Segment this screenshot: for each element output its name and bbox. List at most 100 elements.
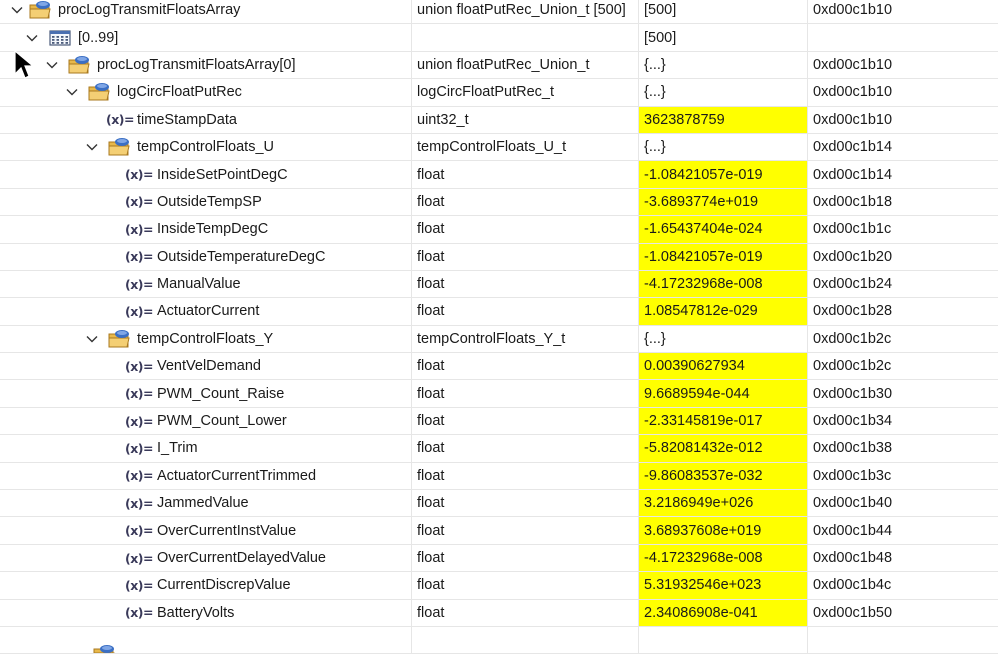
name-cell[interactable]: tempControlFloats_U xyxy=(0,133,412,161)
variable-name: [0..99] xyxy=(78,29,119,46)
value-cell[interactable]: {...} xyxy=(639,325,808,353)
table-row[interactable]: tempControlFloats_Y tempControlFloats_Y_t… xyxy=(0,325,998,354)
address-cell: 0xd00c1b1c xyxy=(813,221,892,238)
table-row[interactable]: (x)= PWM_Count_Raise float 9.6689594e-044 0x… xyxy=(0,380,998,408)
name-cell[interactable]: (x)= OverCurrentInstValue xyxy=(0,517,412,544)
table-row[interactable]: procLogTransmitFloatsArray[0] union float… xyxy=(0,51,998,80)
value-cell[interactable]: -1.08421057e-019 xyxy=(639,243,808,270)
variable-name: procLogTransmitFloatsArray[0] xyxy=(97,56,296,73)
address-cell: 0xd00c1b10 xyxy=(813,2,893,19)
type-cell: float xyxy=(412,517,639,544)
chevron-down-icon[interactable] xyxy=(45,58,59,72)
value-cell[interactable]: -5.82081432e-012 xyxy=(639,435,808,462)
value-cell[interactable]: {...} xyxy=(639,79,808,106)
address-cell: 0xd00c1b10 xyxy=(813,111,893,128)
name-cell[interactable]: (x)= ActuatorCurrentTrimmed xyxy=(0,462,412,490)
name-cell[interactable]: (x)= OutsideTempSP xyxy=(0,188,412,216)
name-cell[interactable]: (x)= I_Trim xyxy=(0,435,412,462)
name-cell[interactable]: logCircFloatPutRec xyxy=(0,79,412,106)
value-cell[interactable]: {...} xyxy=(639,51,808,79)
name-cell[interactable]: (x)= PWM_Count_Lower xyxy=(0,407,412,435)
variable-icon: (x)= xyxy=(125,468,153,484)
value-cell[interactable]: -3.6893774e+019 xyxy=(639,188,808,216)
name-cell[interactable]: (x)= InsideTempDegC xyxy=(0,216,412,243)
value-cell[interactable]: 3.2186949e+026 xyxy=(639,490,808,517)
value-cell[interactable]: -4.17232968e-008 xyxy=(639,270,808,298)
value-cell[interactable]: -9.86083537e-032 xyxy=(639,462,808,490)
value-cell[interactable]: -2.33145819e-017 xyxy=(639,407,808,435)
table-row[interactable]: (x)= InsideSetPointDegC float -1.08421057e-… xyxy=(0,161,998,189)
struct-folder-icon xyxy=(28,0,52,20)
type-cell xyxy=(412,24,639,51)
variable-name: VentVelDemand xyxy=(157,358,261,375)
value-cell[interactable]: 9.6689594e-044 xyxy=(639,380,808,407)
name-cell[interactable]: (x)= CurrentDiscrepValue xyxy=(0,572,412,599)
name-cell[interactable]: (x)= OverCurrentDelayedValue xyxy=(0,544,412,572)
address-cell: 0xd00c1b2c xyxy=(813,358,892,375)
value-cell[interactable]: -1.65437404e-024 xyxy=(639,216,808,243)
name-cell[interactable]: (x)= PWM_Count_Raise xyxy=(0,380,412,407)
value-cell[interactable]: 3623878759 xyxy=(639,106,808,133)
variables-tree-table: procLogTransmitFloatsArray union floatPut… xyxy=(0,0,998,654)
table-row[interactable]: (x)= ActuatorCurrent float 1.08547812e-029 0… xyxy=(0,298,998,326)
table-row[interactable]: (x)= OutsideTemperatureDegC float -1.084210… xyxy=(0,243,998,271)
name-cell[interactable]: procLogTransmitFloatsArray[0] xyxy=(0,51,412,79)
table-row[interactable]: (x)= BatteryVolts float 2.34086908e-041 0xd0… xyxy=(0,599,998,627)
chevron-down-icon[interactable] xyxy=(85,140,99,154)
name-cell[interactable]: (x)= OutsideTemperatureDegC xyxy=(0,243,412,270)
table-row[interactable]: (x)= OverCurrentDelayedValue float -4.17232… xyxy=(0,544,998,573)
table-row[interactable]: (x)= OverCurrentInstValue float 3.68937608e… xyxy=(0,517,998,545)
table-row[interactable]: (x)= VentVelDemand float 0.00390627934 0xd00… xyxy=(0,353,998,381)
type-cell: uint32_t xyxy=(412,106,639,133)
name-cell[interactable]: (x)= timeStampData xyxy=(0,106,412,133)
name-cell[interactable] xyxy=(0,626,412,654)
table-row[interactable]: (x)= I_Trim float -5.82081432e-012 0xd00c1b3… xyxy=(0,435,998,463)
type-cell: float xyxy=(412,161,639,188)
table-row[interactable]: (x)= JammedValue float 3.2186949e+026 0xd00c… xyxy=(0,490,998,518)
chevron-down-icon[interactable] xyxy=(85,332,99,346)
mouse-pointer-icon xyxy=(14,50,35,79)
name-cell[interactable]: (x)= ActuatorCurrent xyxy=(0,298,412,325)
value-cell[interactable] xyxy=(639,626,808,654)
variable-icon: (x)= xyxy=(125,358,153,374)
table-row[interactable]: procLogTransmitFloatsArray union floatPut… xyxy=(0,0,998,25)
value-cell[interactable]: 3.68937608e+019 xyxy=(639,517,808,544)
chevron-down-icon[interactable] xyxy=(25,31,39,45)
table-row[interactable]: (x)= PWM_Count_Lower float -2.33145819e-017… xyxy=(0,407,998,436)
name-cell[interactable]: (x)= VentVelDemand xyxy=(0,353,412,380)
table-row[interactable]: (x)= CurrentDiscrepValue float 5.31932546e+… xyxy=(0,572,998,600)
value-cell[interactable]: 5.31932546e+023 xyxy=(639,572,808,599)
value-cell[interactable]: -4.17232968e-008 xyxy=(639,544,808,572)
table-row[interactable]: (x)= ActuatorCurrentTrimmed float -9.860835… xyxy=(0,462,998,491)
value-cell[interactable]: {...} xyxy=(639,133,808,161)
table-row[interactable]: [0..99] [500] xyxy=(0,24,998,52)
struct-folder-icon xyxy=(87,82,111,102)
table-row[interactable] xyxy=(0,626,998,654)
type-cell: float xyxy=(412,298,639,325)
chevron-down-icon[interactable] xyxy=(10,3,24,17)
name-cell[interactable]: (x)= JammedValue xyxy=(0,490,412,517)
table-row[interactable]: tempControlFloats_U tempControlFloats_U_t… xyxy=(0,133,998,162)
name-cell[interactable]: (x)= InsideSetPointDegC xyxy=(0,161,412,188)
type-cell: float xyxy=(412,544,639,572)
value-cell[interactable]: [500] xyxy=(639,24,808,51)
type-cell: tempControlFloats_Y_t xyxy=(412,325,639,353)
table-row[interactable]: (x)= InsideTempDegC float -1.65437404e-024 0… xyxy=(0,216,998,244)
value-cell[interactable]: [500] xyxy=(639,0,808,24)
name-cell[interactable]: procLogTransmitFloatsArray xyxy=(0,0,412,24)
table-row[interactable]: (x)= OutsideTempSP float -3.6893774e+019 0xd… xyxy=(0,188,998,217)
name-cell[interactable]: (x)= ManualValue xyxy=(0,270,412,298)
value-cell[interactable]: 1.08547812e-029 xyxy=(639,298,808,325)
table-row[interactable]: logCircFloatPutRec logCircFloatPutRec_t {.… xyxy=(0,79,998,107)
value-cell[interactable]: 2.34086908e-041 xyxy=(639,599,808,626)
value-cell[interactable]: -1.08421057e-019 xyxy=(639,161,808,188)
chevron-down-icon[interactable] xyxy=(65,85,79,99)
name-cell[interactable]: (x)= BatteryVolts xyxy=(0,599,412,626)
value-cell[interactable]: 0.00390627934 xyxy=(639,353,808,380)
table-row[interactable]: (x)= timeStampData uint32_t 3623878759 0xd00… xyxy=(0,106,998,134)
name-cell[interactable]: [0..99] xyxy=(0,24,412,51)
variable-icon: (x)= xyxy=(125,495,153,511)
table-row[interactable]: (x)= ManualValue float -4.17232968e-008 0xd0… xyxy=(0,270,998,299)
variable-icon: (x)= xyxy=(125,249,153,265)
name-cell[interactable]: tempControlFloats_Y xyxy=(0,325,412,353)
